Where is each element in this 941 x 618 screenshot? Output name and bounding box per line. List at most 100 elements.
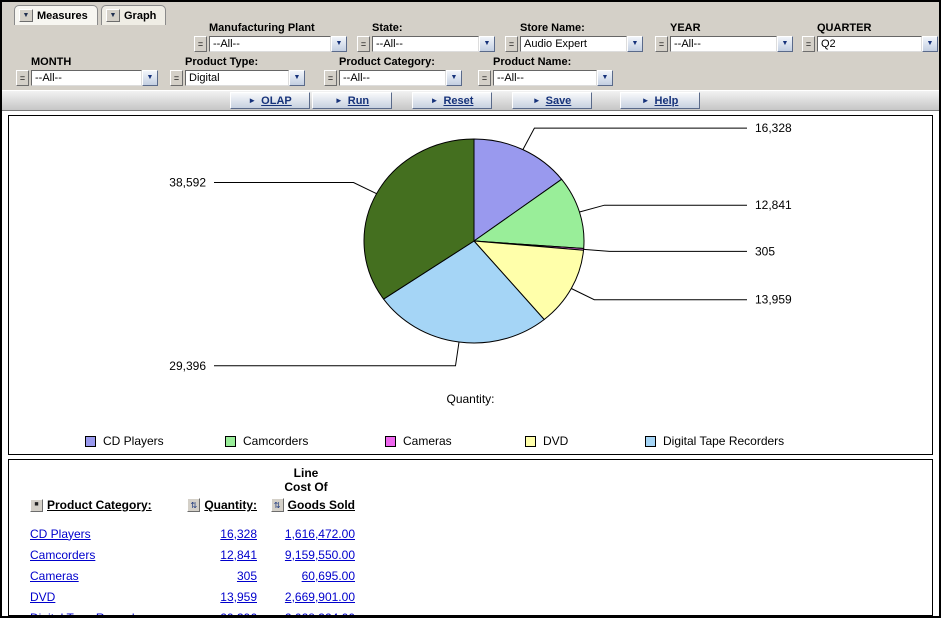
- product-category-link[interactable]: Digital Tape Recorders: [30, 611, 151, 617]
- filter-value[interactable]: --All--: [339, 70, 446, 86]
- dropdown-arrow-icon[interactable]: ▼: [289, 70, 305, 86]
- table-row: Camcorders 12,841 9,159,550.00: [30, 544, 932, 565]
- filter-label: State:: [372, 22, 495, 34]
- equals-button[interactable]: =: [478, 70, 491, 86]
- filter-value[interactable]: Q2: [817, 36, 922, 52]
- legend-swatch-icon: [645, 436, 656, 447]
- legend-label: CD Players: [103, 434, 164, 448]
- table-cell: DVD: [30, 590, 185, 604]
- product-category-link[interactable]: CD Players: [30, 527, 91, 541]
- column-header-goods-sold[interactable]: Goods Sold: [288, 498, 355, 512]
- pie-data-label: 305: [755, 244, 775, 258]
- filter-value[interactable]: Audio Expert: [520, 36, 627, 52]
- product-category-link[interactable]: Cameras: [30, 569, 79, 583]
- dropdown-arrow-icon[interactable]: ▼: [597, 70, 613, 86]
- dropdown-arrow-icon[interactable]: ▼: [446, 70, 462, 86]
- filter-label: YEAR: [670, 22, 793, 34]
- button-arrow-icon: ►: [642, 97, 650, 105]
- table-cell: 1,616,472.00: [257, 527, 355, 541]
- column-header-line: Line: [257, 466, 355, 480]
- save-button[interactable]: ► Save: [512, 92, 592, 109]
- product-category-link[interactable]: DVD: [30, 590, 55, 604]
- value-link[interactable]: 305: [237, 569, 257, 583]
- sort-icon[interactable]: ⇅: [187, 498, 200, 512]
- filter-value[interactable]: --All--: [31, 70, 142, 86]
- legend-item: Cameras: [385, 434, 452, 448]
- dropdown-arrow-icon[interactable]: ▼: [777, 36, 793, 52]
- table-cell: 9,159,550.00: [257, 548, 355, 562]
- equals-button[interactable]: =: [324, 70, 337, 86]
- tab-graph[interactable]: ▼ Graph: [101, 5, 166, 25]
- value-link[interactable]: 60,695.00: [302, 569, 355, 583]
- filter-value[interactable]: --All--: [670, 36, 777, 52]
- equals-button[interactable]: =: [16, 70, 29, 86]
- pie-data-label: 13,959: [755, 293, 792, 307]
- filter-label: Product Category:: [339, 56, 462, 68]
- value-link[interactable]: 29,396: [220, 611, 257, 617]
- leader-line: [214, 183, 377, 194]
- legend-swatch-icon: [225, 436, 236, 447]
- legend-swatch-icon: [385, 436, 396, 447]
- table-cell: 29,396: [185, 611, 257, 617]
- column-header-product-category[interactable]: Product Category:: [47, 498, 152, 512]
- table-cell: Camcorders: [30, 548, 185, 562]
- leader-line: [584, 249, 747, 251]
- column-header-quantity[interactable]: Quantity:: [204, 498, 257, 512]
- legend-swatch-icon: [525, 436, 536, 447]
- dropdown-arrow-icon[interactable]: ▼: [922, 36, 938, 52]
- equals-button[interactable]: =: [170, 70, 183, 86]
- value-link[interactable]: 2,669,901.00: [285, 590, 355, 604]
- value-link[interactable]: 13,959: [220, 590, 257, 604]
- column-control-icon[interactable]: ■: [30, 499, 43, 512]
- dropdown-arrow-icon[interactable]: ▼: [479, 36, 495, 52]
- value-link[interactable]: 2,028,324.00: [285, 611, 355, 617]
- equals-button[interactable]: =: [655, 36, 668, 52]
- button-label: Reset: [443, 95, 473, 107]
- dropdown-arrow-icon[interactable]: ▼: [331, 36, 347, 52]
- reset-button[interactable]: ► Reset: [412, 92, 492, 109]
- tab-label: Graph: [124, 10, 156, 22]
- table-cell: 13,959: [185, 590, 257, 604]
- filter-label: Store Name:: [520, 22, 643, 34]
- equals-button[interactable]: =: [357, 36, 370, 52]
- table-cell: 60,695.00: [257, 569, 355, 583]
- legend-item: Digital Tape Recorders: [645, 434, 784, 448]
- pie-data-label: 38,592: [169, 176, 206, 190]
- value-link[interactable]: 16,328: [220, 527, 257, 541]
- filter-manufacturing-plant: Manufacturing Plant = --All-- ▼: [194, 22, 347, 52]
- tab-measures[interactable]: ▼ Measures: [14, 5, 98, 25]
- filter-store-name: Store Name: = Audio Expert ▼: [505, 22, 643, 52]
- help-button[interactable]: ► Help: [620, 92, 700, 109]
- filter-label: MONTH: [31, 56, 158, 68]
- button-label: OLAP: [261, 95, 292, 107]
- equals-button[interactable]: =: [194, 36, 207, 52]
- value-link[interactable]: 12,841: [220, 548, 257, 562]
- filter-product-category: Product Category: = --All-- ▼: [324, 56, 462, 86]
- value-link[interactable]: 9,159,550.00: [285, 548, 355, 562]
- button-arrow-icon: ►: [533, 97, 541, 105]
- legend-label: Digital Tape Recorders: [663, 434, 784, 448]
- chart-legend: CD PlayersCamcordersCamerasDVDDigital Ta…: [9, 434, 932, 454]
- sort-icon[interactable]: ⇅: [271, 498, 284, 512]
- report-table-panel: Line Cost Of ■ Product Category: ⇅ Quant…: [8, 459, 933, 616]
- filter-value[interactable]: Digital: [185, 70, 289, 86]
- equals-button[interactable]: =: [802, 36, 815, 52]
- legend-label: DVD: [543, 434, 568, 448]
- filter-value[interactable]: --All--: [493, 70, 597, 86]
- table-row: Digital Tape Recorders 29,396 2,028,324.00: [30, 607, 932, 616]
- dropdown-arrow-icon[interactable]: ▼: [142, 70, 158, 86]
- olap-report-window: ▼ Measures ▼ Graph Manufacturing Plant =…: [0, 0, 941, 618]
- run-button[interactable]: ► Run: [312, 92, 392, 109]
- dropdown-arrow-icon[interactable]: ▼: [627, 36, 643, 52]
- button-arrow-icon: ►: [335, 97, 343, 105]
- value-link[interactable]: 1,616,472.00: [285, 527, 355, 541]
- tab-dropdown-icon[interactable]: ▼: [106, 9, 120, 22]
- filter-value[interactable]: --All--: [372, 36, 479, 52]
- table-row: DVD 13,959 2,669,901.00: [30, 586, 932, 607]
- legend-item: CD Players: [85, 434, 164, 448]
- olap-button[interactable]: ► OLAP: [230, 92, 310, 109]
- tab-dropdown-icon[interactable]: ▼: [19, 9, 33, 22]
- filter-value[interactable]: --All--: [209, 36, 331, 52]
- product-category-link[interactable]: Camcorders: [30, 548, 95, 562]
- equals-button[interactable]: =: [505, 36, 518, 52]
